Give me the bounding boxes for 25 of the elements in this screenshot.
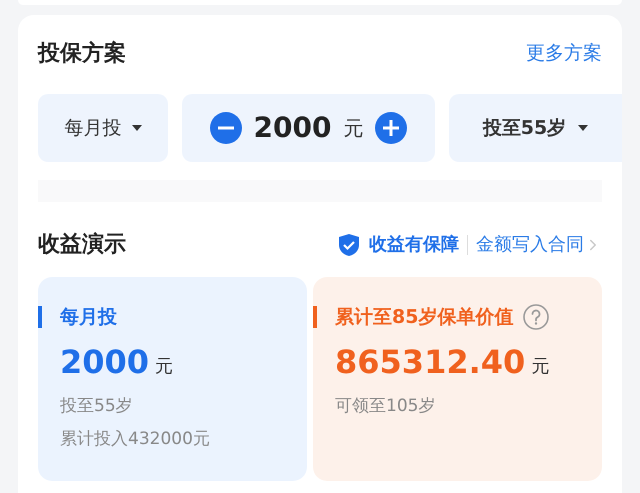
minus-icon[interactable] bbox=[210, 112, 242, 144]
amount-value: 2000 bbox=[254, 110, 332, 146]
amount-unit: 元 bbox=[343, 115, 364, 142]
card-detail: 累计投入432000元 bbox=[60, 428, 211, 451]
section-title: 收益演示 bbox=[38, 231, 126, 259]
caret-icon bbox=[578, 125, 588, 131]
contract-link[interactable]: 金额写入合同 bbox=[476, 231, 584, 258]
guarantee-label: 收益有保障 bbox=[369, 233, 459, 257]
card-unit: 元 bbox=[155, 354, 174, 378]
card-detail: 投至55岁 bbox=[60, 394, 134, 418]
card-unit: 元 bbox=[531, 354, 550, 378]
caret-icon bbox=[132, 125, 142, 131]
card-label: 累计至85岁保单价值 bbox=[335, 305, 514, 330]
help-icon[interactable] bbox=[523, 304, 550, 330]
amount-stepper[interactable]: 2000 元 bbox=[182, 94, 435, 162]
frequency-dropdown[interactable]: 每月投 bbox=[38, 94, 168, 162]
shield-check-icon bbox=[339, 234, 359, 256]
card-label: 每月投 bbox=[60, 305, 117, 330]
card-value: 2000 bbox=[60, 342, 150, 382]
card-detail: 可领至105岁 bbox=[335, 394, 436, 418]
more-plans-link[interactable]: 更多方案 bbox=[526, 39, 602, 68]
card-value: 865312.40 bbox=[335, 342, 526, 382]
term-dropdown[interactable]: 投至55岁 bbox=[449, 94, 622, 162]
section-title: 投保方案 bbox=[38, 40, 126, 68]
plus-icon[interactable] bbox=[375, 112, 408, 144]
